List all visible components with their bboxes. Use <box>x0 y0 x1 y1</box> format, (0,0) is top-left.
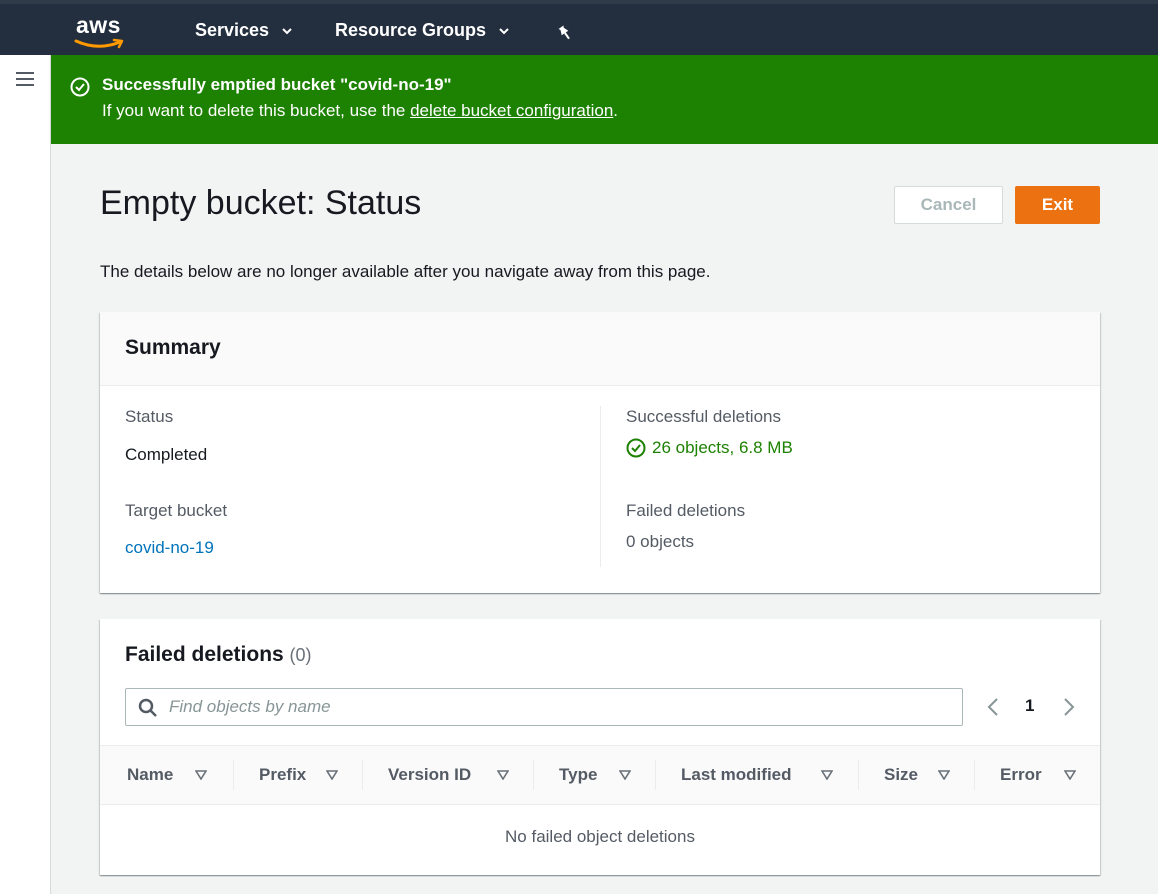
sort-down-icon[interactable] <box>619 770 631 780</box>
pagination-current-page[interactable]: 1 <box>1025 696 1034 716</box>
sort-down-icon[interactable] <box>326 770 338 780</box>
column-header-label: Size <box>884 765 919 784</box>
column-header-last-modified[interactable]: Last modified <box>681 765 792 785</box>
search-placeholder: Find objects by name <box>169 697 331 716</box>
aws-logo[interactable]: aws <box>74 12 130 54</box>
sort-down-icon[interactable] <box>821 770 833 780</box>
sort-down-icon[interactable] <box>195 770 207 780</box>
summary-panel: Summary Status Completed Target bucket c… <box>100 312 1100 593</box>
sort-down-icon[interactable] <box>1064 770 1076 780</box>
column-divider <box>600 406 601 567</box>
column-header-name[interactable]: Name <box>127 765 173 785</box>
column-header-label: Version ID <box>388 765 472 784</box>
table-header: Name Prefix Version ID Type Last modifie… <box>100 745 1100 805</box>
summary-heading: Summary <box>125 336 221 359</box>
flash-body-text: If you want to delete this bucket, use t… <box>102 101 411 120</box>
pin-icon[interactable] <box>556 24 574 42</box>
failed-deletions-heading: Failed deletions (0) <box>125 643 312 667</box>
column-header-label: Name <box>127 765 174 784</box>
column-header-label: Prefix <box>259 765 307 784</box>
resource-groups-label: Resource Groups <box>335 20 487 40</box>
column-header-label: Last modified <box>681 765 792 784</box>
failed-deletions-value: 0 objects <box>626 532 695 551</box>
exit-button[interactable]: Exit <box>1015 186 1100 224</box>
flash-title: Successfully emptied bucket "covid-no-19… <box>102 75 452 94</box>
column-separator <box>974 760 975 790</box>
services-menu[interactable]: Services <box>195 20 293 41</box>
empty-table-message: No failed object deletions <box>505 827 695 846</box>
target-bucket-link[interactable]: covid-no-19 <box>125 538 214 558</box>
column-header-type[interactable]: Type <box>559 765 597 785</box>
flash-body-suffix: . <box>613 101 619 120</box>
resource-groups-menu[interactable]: Resource Groups <box>335 20 510 41</box>
aws-smile-icon <box>74 38 124 49</box>
chevron-down-icon <box>499 27 509 34</box>
top-navigation-bar: aws Services Resource Groups <box>0 0 1158 55</box>
flash-body: If you want to delete this bucket, use t… <box>102 101 618 121</box>
failed-deletions-heading-text: Failed deletions <box>125 643 284 666</box>
search-input[interactable]: Find objects by name <box>125 688 963 726</box>
summary-header: Summary <box>100 312 1100 386</box>
chevron-left-icon[interactable] <box>986 697 1000 717</box>
column-separator <box>233 760 234 790</box>
column-header-label: Type <box>559 765 598 784</box>
check-circle-icon <box>626 438 646 458</box>
intro-text: The details below are no longer availabl… <box>100 262 711 281</box>
successful-deletions-text: 26 objects, 6.8 MB <box>652 438 793 457</box>
column-separator <box>533 760 534 790</box>
search-icon <box>138 698 157 717</box>
sort-down-icon[interactable] <box>497 770 509 780</box>
column-separator <box>655 760 656 790</box>
status-label: Status <box>125 407 174 426</box>
successful-deletions-value: 26 objects, 6.8 MB <box>626 438 793 458</box>
failed-deletions-count: (0) <box>289 645 312 665</box>
failed-deletions-panel: Failed deletions (0) Find objects by nam… <box>100 619 1100 875</box>
column-header-label: Error <box>1000 765 1042 784</box>
failed-deletions-label: Failed deletions <box>626 501 746 520</box>
column-header-prefix[interactable]: Prefix <box>259 765 306 785</box>
chevron-down-icon <box>282 27 292 34</box>
check-circle-icon <box>70 77 90 97</box>
success-flash-banner: Successfully emptied bucket "covid-no-19… <box>51 55 1158 144</box>
sort-down-icon[interactable] <box>938 770 950 780</box>
page-title: Empty bucket: Status <box>100 184 422 222</box>
aws-logo-text: aws <box>76 12 121 38</box>
column-header-error[interactable]: Error <box>1000 765 1042 785</box>
side-navigation <box>0 55 51 894</box>
column-header-version-id[interactable]: Version ID <box>388 765 471 785</box>
cancel-button[interactable]: Cancel <box>894 186 1003 224</box>
target-bucket-label: Target bucket <box>125 501 228 520</box>
menu-icon[interactable] <box>16 72 34 86</box>
column-separator <box>858 760 859 790</box>
successful-deletions-label: Successful deletions <box>626 407 781 426</box>
status-value: Completed <box>125 445 208 464</box>
column-separator <box>362 760 363 790</box>
column-header-size[interactable]: Size <box>884 765 918 785</box>
delete-bucket-configuration-link[interactable]: delete bucket configuration <box>410 101 613 120</box>
chevron-right-icon[interactable] <box>1062 697 1076 717</box>
services-label: Services <box>195 20 270 40</box>
